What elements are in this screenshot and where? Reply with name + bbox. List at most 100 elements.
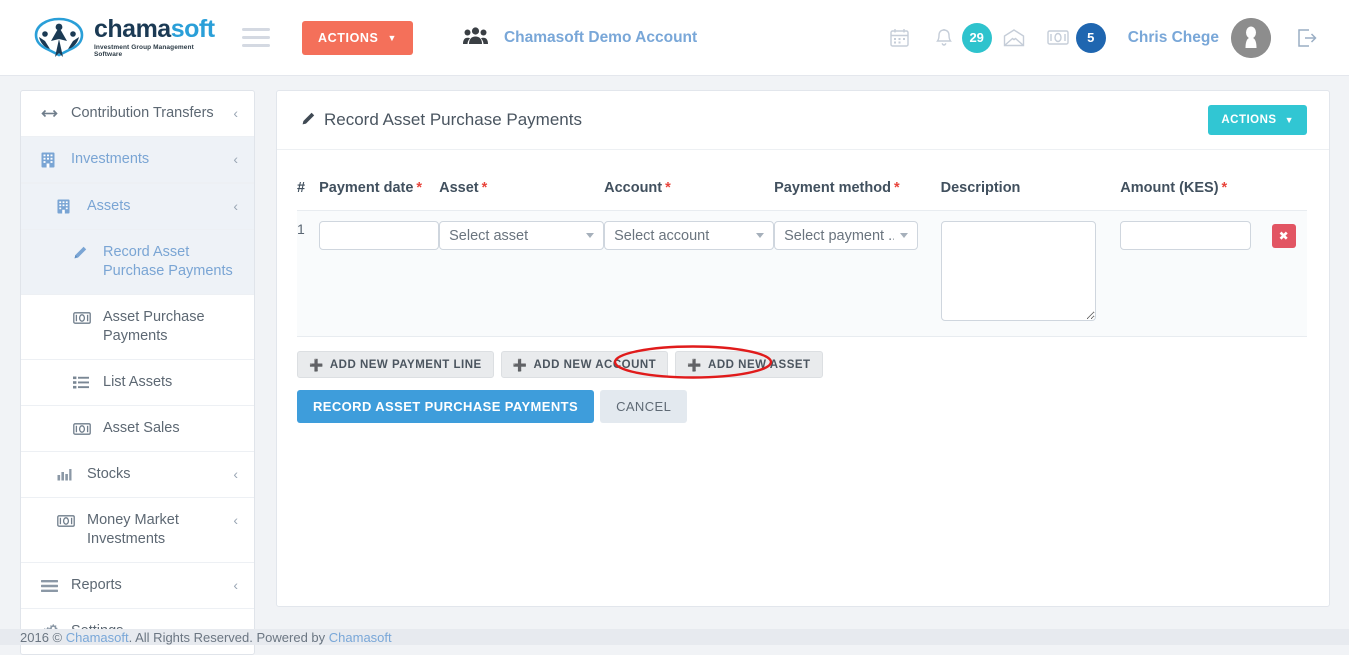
sidebar-item-money-market-investments[interactable]: Money Market Investments ‹ [21,498,254,563]
chevron-down-icon: ▼ [1284,115,1294,125]
col-account-label: Account [604,180,663,196]
sidebar-item-contribution-transfers[interactable]: Contribution Transfers ‹ [21,91,254,137]
sidebar-item-label: Record Asset Purchase Payments [103,244,233,279]
footer-text: 2016 © Chamasoft. All Rights Reserved. P… [20,630,392,645]
header-right-tools: 29 5 Chris Chege [878,16,1327,60]
cancel-button[interactable]: CANCEL [600,390,688,423]
cell-payment-method: Select payment ... [774,211,941,337]
logo-word-soft: soft [170,15,215,43]
plus-icon: ➕ [512,359,528,372]
account-name-label[interactable]: Chamasoft Demo Account [504,29,697,47]
add-new-asset-label: ADD NEW ASSET [708,358,811,371]
footer-middle: . All Rights Reserved. Powered by [128,630,329,645]
header-actions-label: ACTIONS [318,30,379,45]
header-actions-button[interactable]: ACTIONS ▼ [302,20,413,55]
panel-body: # Payment date * Asset * Account * Payment … [277,150,1329,423]
sidebar-item-asset-sales[interactable]: Asset Sales [21,406,254,452]
sidebar-item-stocks[interactable]: Stocks ‹ [21,452,254,498]
page-footer: 2016 © Chamasoft. All Rights Reserved. P… [0,629,1349,645]
add-new-payment-line-button[interactable]: ➕ ADD NEW PAYMENT LINE [297,351,494,378]
add-new-account-button[interactable]: ➕ ADD NEW ACCOUNT [500,351,669,378]
amount-input[interactable] [1120,221,1252,250]
col-delete [1272,180,1307,211]
envelope-icon[interactable] [992,16,1036,60]
account-switcher[interactable]: Chamasoft Demo Account [462,26,697,49]
required-marker: * [416,180,423,196]
chevron-down-icon: ▼ [387,32,397,43]
sidebar-item-asset-purchase-payments[interactable]: Asset Purchase Payments [21,295,254,360]
panel-actions-button[interactable]: ACTIONS ▼ [1208,105,1307,135]
required-marker: * [1221,180,1228,196]
chevron-left-icon: ‹ [233,466,238,482]
payments-badge[interactable]: 5 [1075,22,1106,53]
sidebar-item-list-assets[interactable]: List Assets [21,360,254,406]
col-payment-method-label: Payment method [774,180,891,196]
add-new-asset-button[interactable]: ➕ ADD NEW ASSET [675,351,823,378]
notifications-badge[interactable]: 29 [961,22,992,53]
required-marker: * [893,180,900,196]
chevron-down-icon [586,233,595,238]
asset-select[interactable]: Select asset [439,221,605,250]
sidebar-item-label: Investments [71,151,150,167]
bar-chart-icon [57,465,79,484]
chevron-down-icon [756,233,765,238]
delete-row-button[interactable]: ✖ [1271,224,1296,248]
calendar-icon[interactable] [878,16,922,60]
group-users-icon [462,26,488,49]
description-textarea[interactable] [940,221,1096,321]
col-description-label: Description [940,180,1021,196]
hamburger-bar [242,44,270,47]
app-logo[interactable]: chamasoft Investment Group Management So… [30,15,215,61]
hamburger-icon[interactable] [242,28,270,47]
sidebar-item-record-asset-purchase-payments[interactable]: Record Asset Purchase Payments [21,230,254,295]
chevron-left-icon: ‹ [233,512,238,528]
bars-icon [41,576,63,595]
main-content-panel: Record Asset Purchase Payments ACTIONS ▼… [276,90,1330,607]
table-body: 1 Select asset Select account Select pay… [297,210,1307,337]
panel-actions-label: ACTIONS [1221,114,1277,126]
required-marker: * [665,180,671,196]
col-account: Account * [604,180,774,211]
bell-icon[interactable] [922,16,966,60]
logo-tagline: Investment Group Management Software [94,44,194,58]
money-icon[interactable] [1036,16,1080,60]
payment-method-select-value: Select payment ... [784,227,895,244]
add-new-payment-line-label: ADD NEW PAYMENT LINE [329,358,482,371]
sidebar-item-label: Assets [87,198,131,214]
payments-table: # Payment date * Asset * Account * Payment … [297,180,1307,337]
col-payment-method: Payment method * [774,180,941,211]
sidebar-item-label: Contribution Transfers [71,105,214,121]
footer-link-chamasoft-1[interactable]: Chamasoft [66,630,129,645]
footer-link-chamasoft-2[interactable]: Chamasoft [329,630,392,645]
avatar[interactable] [1231,17,1271,58]
col-asset-label: Asset [439,180,479,196]
col-description: Description [941,180,1121,211]
col-index: # [297,180,319,211]
payment-date-input[interactable] [319,221,440,250]
sidebar-item-reports[interactable]: Reports ‹ [21,563,254,609]
col-payment-date-label: Payment date [319,180,414,196]
sidebar-item-label: Money Market Investments [87,512,179,547]
hamburger-bar [242,36,270,39]
col-asset: Asset * [439,180,604,211]
account-select[interactable]: Select account [604,221,775,250]
add-buttons-row: ➕ ADD NEW PAYMENT LINE ➕ ADD NEW ACCOUNT… [297,351,1307,378]
arrows-horizontal-icon [41,104,63,123]
pencil-icon [301,112,315,129]
chevron-left-icon: ‹ [233,105,238,121]
sidebar-item-assets[interactable]: Assets ‹ [21,183,254,230]
plus-icon: ➕ [309,359,324,372]
record-asset-purchase-payments-button[interactable]: RECORD ASSET PURCHASE PAYMENTS [297,390,595,423]
sidebar-item-investments[interactable]: Investments ‹ [21,137,254,183]
footer-prefix: 2016 © [20,630,66,645]
user-name-label[interactable]: Chris Chege [1128,29,1219,47]
chamasoft-logo-mark [30,15,88,61]
logout-icon[interactable] [1287,18,1327,58]
payment-method-select[interactable]: Select payment ... [774,221,919,250]
hamburger-bar [242,28,270,31]
sidebar-item-label: Asset Sales [103,420,180,436]
page-title: Record Asset Purchase Payments [301,110,582,130]
top-header-bar: chamasoft Investment Group Management So… [0,0,1349,76]
col-amount-label: Amount (KES) [1120,180,1219,196]
list-icon [73,373,95,392]
